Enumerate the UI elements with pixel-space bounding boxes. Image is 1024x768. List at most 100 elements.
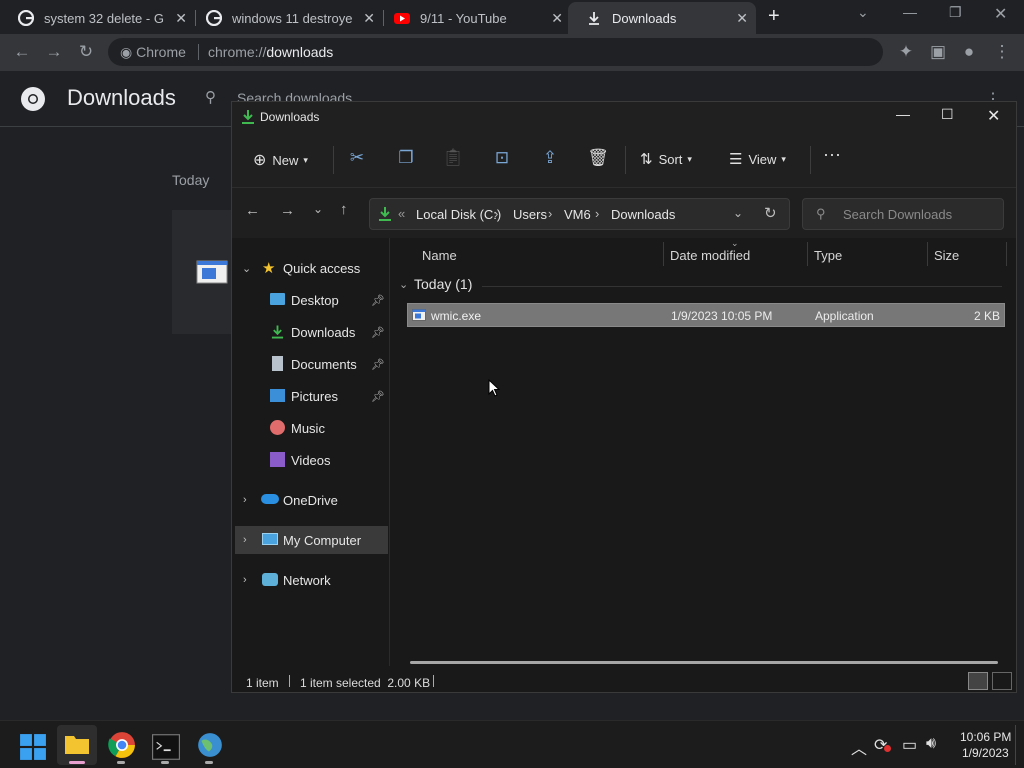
command-bar: ⊕ New ▾ ✂ ❐ 📋︎ ⊡ ⇪ 🗑︎ ⇅ Sort ▾ ☰ View ▾ … (232, 132, 1016, 188)
windows-start-icon[interactable] (19, 733, 47, 761)
new-button[interactable]: ⊕ New ▾ (253, 150, 308, 170)
refresh-icon[interactable]: ↻ (764, 204, 777, 222)
address-dropdown-icon[interactable]: ⌄ (733, 206, 743, 220)
download-arrow-icon (242, 110, 254, 124)
close-tab-icon[interactable]: ✕ (363, 10, 375, 27)
column-size[interactable]: Size (934, 248, 959, 263)
clock-time[interactable]: 10:06 PM (960, 730, 1011, 744)
clock-date[interactable]: 1/9/2023 (962, 746, 1009, 760)
nav-documents[interactable]: Documents 📌︎ (232, 350, 389, 378)
show-hidden-icons-chevron[interactable]: ︿ (851, 735, 867, 759)
share-icon[interactable]: ⇪ (539, 148, 561, 168)
close-tab-icon[interactable]: ✕ (551, 10, 563, 27)
file-date: 1/9/2023 10:05 PM (671, 309, 773, 323)
copy-icon[interactable]: ❐ (395, 148, 417, 168)
search-placeholder: Search Downloads (843, 207, 953, 222)
site-chip[interactable]: ◉ Chrome (120, 44, 186, 61)
tab-downloads[interactable]: Downloads ✕ (568, 2, 756, 34)
sort-icon: ⇅ (640, 151, 653, 168)
menu-icon[interactable]: ⋮ (991, 42, 1013, 62)
date-section-label: Today (172, 172, 210, 188)
google-icon (206, 10, 222, 26)
rename-icon[interactable]: ⊡ (491, 148, 513, 168)
details-view-icon[interactable] (968, 672, 988, 690)
close-icon[interactable]: ✕ (987, 106, 1000, 126)
selection-info: 1 item selected 2.00 KB (300, 676, 431, 690)
close-icon[interactable]: ✕ (994, 4, 1007, 24)
breadcrumb-users[interactable]: Users (513, 207, 547, 222)
paste-icon[interactable]: 📋︎ (442, 148, 464, 168)
more-options-icon[interactable]: ··· (823, 144, 841, 165)
view-label: View (748, 151, 777, 167)
globe-app-icon[interactable] (196, 731, 224, 759)
sort-label: Sort (658, 151, 683, 167)
cut-icon[interactable]: ✂ (346, 148, 368, 168)
breadcrumb-downloads[interactable]: Downloads (611, 207, 675, 222)
restore-icon[interactable]: ❐ (949, 4, 962, 21)
recent-locations-icon[interactable]: ⌄ (313, 202, 323, 216)
group-collapse-icon[interactable]: ⌄ (399, 278, 408, 291)
tab-youtube[interactable]: 9/11 - YouTube ✕ (376, 2, 571, 34)
column-type[interactable]: Type (814, 248, 842, 263)
reload-icon[interactable]: ↻ (75, 42, 97, 62)
nav-onedrive[interactable]: › OneDrive (232, 486, 389, 514)
profile-icon[interactable]: ● (958, 42, 980, 62)
address-bar[interactable]: « Local Disk (C:) › Users › VM6 › Downlo… (369, 198, 790, 230)
network-status-icon[interactable]: ▭ (902, 735, 917, 755)
column-headers: Name ⌄ Date modified Type Size (390, 238, 1016, 270)
forward-icon[interactable]: → (43, 42, 65, 62)
nav-label: Network (283, 572, 331, 588)
nav-my-computer[interactable]: › My Computer (235, 526, 388, 554)
chevron-down-icon: ▾ (687, 153, 692, 164)
close-tab-icon[interactable]: ✕ (175, 10, 187, 27)
overflow-chevron-icon[interactable]: « (398, 206, 405, 221)
column-date-modified[interactable]: Date modified (670, 248, 750, 263)
maximize-icon[interactable]: ☐ (941, 106, 954, 123)
breadcrumb-local-disk[interactable]: Local Disk (C:) (416, 207, 501, 222)
forward-icon[interactable]: → (280, 202, 295, 219)
nav-music[interactable]: Music (232, 414, 389, 442)
nav-videos[interactable]: Videos (232, 446, 389, 474)
column-name[interactable]: Name (422, 248, 457, 263)
minimize-icon[interactable]: — (903, 4, 917, 20)
nav-quick-access[interactable]: ⌄ ★ Quick access (232, 254, 389, 282)
new-tab-icon[interactable]: + (768, 5, 780, 28)
up-icon[interactable]: ↑ (340, 201, 348, 218)
back-icon[interactable]: ← (245, 202, 260, 219)
breadcrumb-vm6[interactable]: VM6 (564, 207, 591, 222)
search-icon: ⚲ (205, 89, 216, 106)
back-icon[interactable]: ← (11, 42, 33, 62)
nav-desktop[interactable]: Desktop 📌︎ (232, 286, 389, 314)
tiles-view-icon[interactable] (992, 672, 1012, 690)
file-explorer-taskbar-button[interactable] (57, 725, 97, 765)
nav-downloads[interactable]: Downloads 📌︎ (232, 318, 389, 346)
horizontal-scrollbar[interactable] (410, 661, 998, 664)
extensions-icon[interactable]: ✦ (895, 42, 917, 62)
tab-windows11[interactable]: windows 11 destroyer ✕ (188, 2, 383, 34)
chrome-icon[interactable] (108, 731, 136, 759)
nav-network[interactable]: › Network (232, 566, 389, 594)
chevron-down-icon[interactable]: ⌄ (857, 4, 869, 21)
terminal-icon[interactable] (152, 733, 180, 761)
side-panel-icon[interactable]: ▣ (927, 42, 949, 62)
tab-system32[interactable]: system 32 delete - Goo ✕ (0, 2, 195, 34)
delete-icon[interactable]: 🗑︎ (587, 148, 609, 168)
volume-icon[interactable]: 🔊︎ (926, 735, 936, 753)
page-title: Downloads (67, 85, 176, 110)
group-header[interactable]: Today (1) (414, 276, 472, 292)
minimize-icon[interactable]: — (896, 106, 910, 122)
nav-label: Downloads (291, 324, 356, 340)
sort-button[interactable]: ⇅ Sort ▾ (640, 150, 692, 168)
onedrive-cloud-icon (261, 494, 279, 504)
close-tab-icon[interactable]: ✕ (736, 10, 748, 27)
group-divider (482, 286, 1002, 287)
file-row[interactable]: wmic.exe 1/9/2023 10:05 PM Application 2… (407, 303, 1005, 327)
omnibox[interactable]: ◉ Chrome chrome://downloads (108, 38, 883, 66)
chevron-down-icon: ▾ (303, 154, 308, 165)
show-desktop-button[interactable] (1015, 725, 1016, 765)
nav-pictures[interactable]: Pictures 📌︎ (232, 382, 389, 410)
search-input[interactable]: ⚲ Search Downloads (802, 198, 1004, 230)
nav-label: Desktop (291, 292, 339, 308)
tab-title: 9/11 - YouTube (420, 10, 507, 26)
view-button[interactable]: ☰ View ▾ (729, 150, 786, 168)
